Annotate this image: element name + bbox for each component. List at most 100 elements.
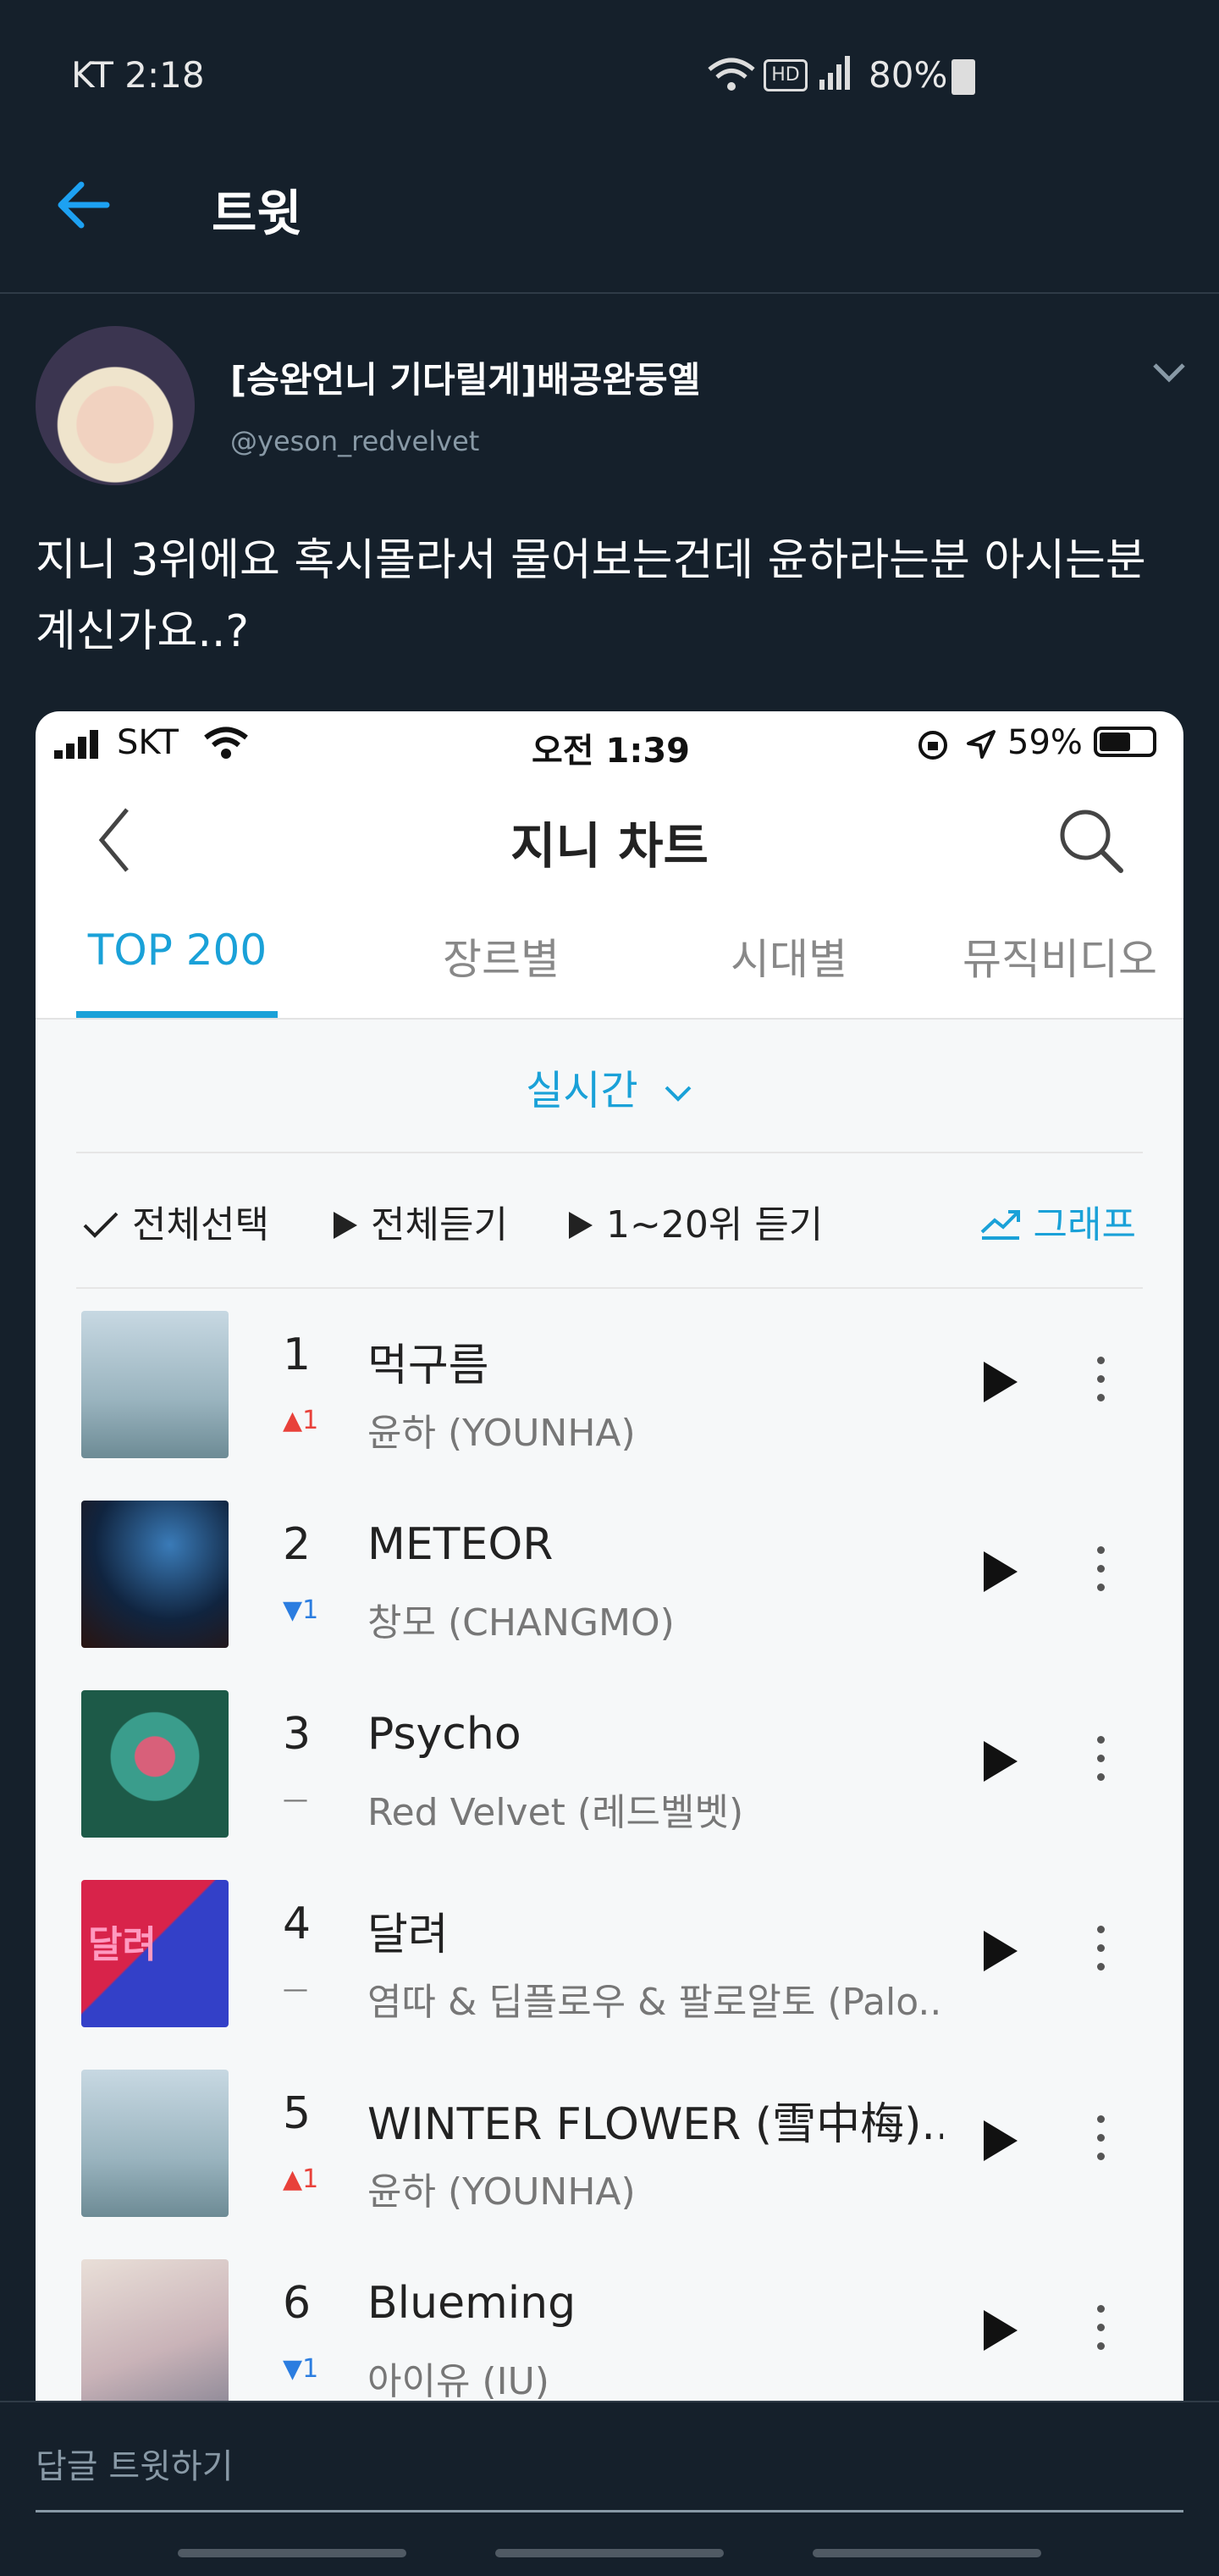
song-title: 달려	[367, 1910, 449, 1960]
tab-genre[interactable]: 장르별	[391, 926, 611, 987]
artist: 염따 & 딥플로우 & 팔로알토 (Palo...	[367, 1981, 943, 2024]
chevron-down-icon[interactable]	[1151, 360, 1187, 389]
play-icon	[569, 1212, 593, 1239]
more-icon[interactable]	[1097, 1926, 1106, 1982]
album-art	[81, 1501, 229, 1648]
status-carrier-time: KT 2:18	[71, 54, 205, 96]
play-icon[interactable]	[984, 2120, 1018, 2161]
rank: 1	[283, 1329, 312, 1380]
play-top20-button[interactable]: 1~20위 듣기	[565, 1194, 823, 1248]
battery-percent: 80%	[869, 54, 948, 96]
tab-era[interactable]: 시대별	[679, 926, 899, 987]
graph-button[interactable]: 그래프	[979, 1194, 1136, 1248]
graph-label: 그래프	[1033, 1203, 1136, 1247]
nav-bar-recents[interactable]	[178, 2549, 406, 2557]
chart-row[interactable]: 5 ▲1 WINTER FLOWER (雪中梅)... 윤하 (YOUNHA)	[36, 2070, 1183, 2259]
signal-icon	[54, 730, 103, 764]
tab-divider	[36, 1018, 1183, 1020]
select-all-button[interactable]: 전체선택	[81, 1194, 269, 1248]
rank-change: ▼1	[283, 1595, 319, 1625]
song-title: WINTER FLOWER (雪中梅)...	[367, 2099, 943, 2150]
more-icon[interactable]	[1097, 1736, 1106, 1792]
rank: 5	[283, 2088, 312, 2139]
chevron-down-icon	[665, 1086, 692, 1102]
user-handle[interactable]: @yeson_redvelvet	[230, 425, 479, 457]
display-name[interactable]: [승완언니 기다릴게]배공완둥옐	[230, 351, 700, 403]
back-arrow-icon[interactable]	[56, 180, 110, 234]
play-icon[interactable]	[984, 1362, 1018, 1402]
song-title: 먹구름	[367, 1341, 489, 1391]
select-all-label: 전체선택	[132, 1203, 269, 1247]
play-icon[interactable]	[984, 1741, 1018, 1782]
album-art	[81, 2070, 229, 2217]
rank-change: —	[283, 1975, 308, 2004]
nav-bar-back[interactable]	[813, 2549, 1041, 2557]
tab-top200[interactable]: TOP 200	[69, 926, 285, 975]
album-art: 달려	[81, 1880, 229, 2027]
rank-change: ▲1	[283, 1406, 319, 1435]
chart-row[interactable]: 6 ▼1 Blueming 아이유 (IU)	[36, 2259, 1183, 2405]
embedded-image[interactable]: SKT 오전 1:39 59% 지니 차트 TOP 200 장르별 시대별 뮤직…	[36, 711, 1183, 2405]
check-icon	[83, 1212, 119, 1238]
rank-change: —	[283, 1785, 308, 1815]
top-bar	[0, 127, 1219, 294]
chart-row[interactable]: 2 ▼1 METEOR 창모 (CHANGMO)	[36, 1501, 1183, 1690]
trend-chart-icon	[980, 1210, 1020, 1240]
dropdown-label: 실시간	[526, 1067, 638, 1114]
battery-icon	[1094, 727, 1156, 757]
more-icon[interactable]	[1097, 1546, 1106, 1602]
chart-row[interactable]: 달려 4 — 달려 염따 & 딥플로우 & 팔로알토 (Palo...	[36, 1880, 1183, 2070]
page-title: 트윗	[212, 185, 302, 242]
song-title: Blueming	[367, 2278, 576, 2329]
tweet-text-line: 계신가요..?	[36, 606, 250, 657]
realtime-dropdown[interactable]: 실시간	[36, 1057, 1183, 1116]
rank: 2	[283, 1519, 312, 1570]
embedded-battery-percent: 59%	[1007, 723, 1083, 762]
tweet-text: 지니 3위에요 혹시몰라서 물어보는건데 윤하라는분 아시는분 계신가요..?	[36, 525, 1161, 667]
active-tab-indicator	[76, 1011, 278, 1018]
orientation-lock-icon	[916, 728, 950, 766]
chart-row[interactable]: 1 ▲1 먹구름 윤하 (YOUNHA)	[36, 1311, 1183, 1501]
rank-change: ▲1	[283, 2164, 319, 2194]
artist: 윤하 (YOUNHA)	[367, 2170, 636, 2214]
nav-bar-home[interactable]	[495, 2549, 724, 2557]
song-title: METEOR	[367, 1519, 554, 1570]
play-icon[interactable]	[984, 2310, 1018, 2351]
rank: 4	[283, 1899, 312, 1949]
signal-icon	[818, 54, 852, 95]
play-icon[interactable]	[984, 1551, 1018, 1592]
play-all-button[interactable]: 전체듣기	[330, 1194, 508, 1248]
more-icon[interactable]	[1097, 2305, 1106, 2361]
reply-input[interactable]: 답글 트윗하기	[36, 2439, 234, 2488]
embedded-time: 오전 1:39	[532, 732, 691, 771]
rank: 3	[283, 1709, 312, 1760]
search-icon[interactable]	[1055, 804, 1126, 879]
play-icon	[334, 1212, 357, 1239]
wifi-icon	[203, 727, 249, 764]
artist: Red Velvet (레드벨벳)	[367, 1791, 744, 1834]
rank: 6	[283, 2278, 312, 2329]
avatar[interactable]	[36, 326, 195, 485]
battery-icon	[951, 59, 975, 95]
tab-music-video[interactable]: 뮤직비디오	[936, 926, 1183, 987]
more-icon[interactable]	[1097, 2115, 1106, 2171]
album-art	[81, 1311, 229, 1458]
album-art	[81, 1690, 229, 1838]
tweet-text-line: 지니 3위에요 혹시몰라서 물어보는건데 윤하라는분 아시는분	[36, 535, 1146, 586]
reply-underline	[36, 2510, 1183, 2512]
rank-change: ▼1	[283, 2354, 319, 2384]
play-icon[interactable]	[984, 1931, 1018, 1971]
divider	[76, 1287, 1143, 1289]
artist: 아이유 (IU)	[367, 2360, 549, 2403]
wifi-icon	[706, 56, 757, 97]
artist: 윤하 (YOUNHA)	[367, 1412, 636, 1455]
more-icon[interactable]	[1097, 1357, 1106, 1412]
artist: 창모 (CHANGMO)	[367, 1601, 675, 1645]
album-art-text: 달려	[88, 1923, 157, 1966]
song-title: Psycho	[367, 1709, 521, 1760]
location-icon	[965, 728, 997, 764]
chart-row[interactable]: 3 — Psycho Red Velvet (레드벨벳)	[36, 1690, 1183, 1880]
play-top20-label: 1~20위 듣기	[606, 1203, 824, 1247]
embedded-carrier: SKT	[117, 723, 179, 762]
album-art	[81, 2259, 229, 2405]
